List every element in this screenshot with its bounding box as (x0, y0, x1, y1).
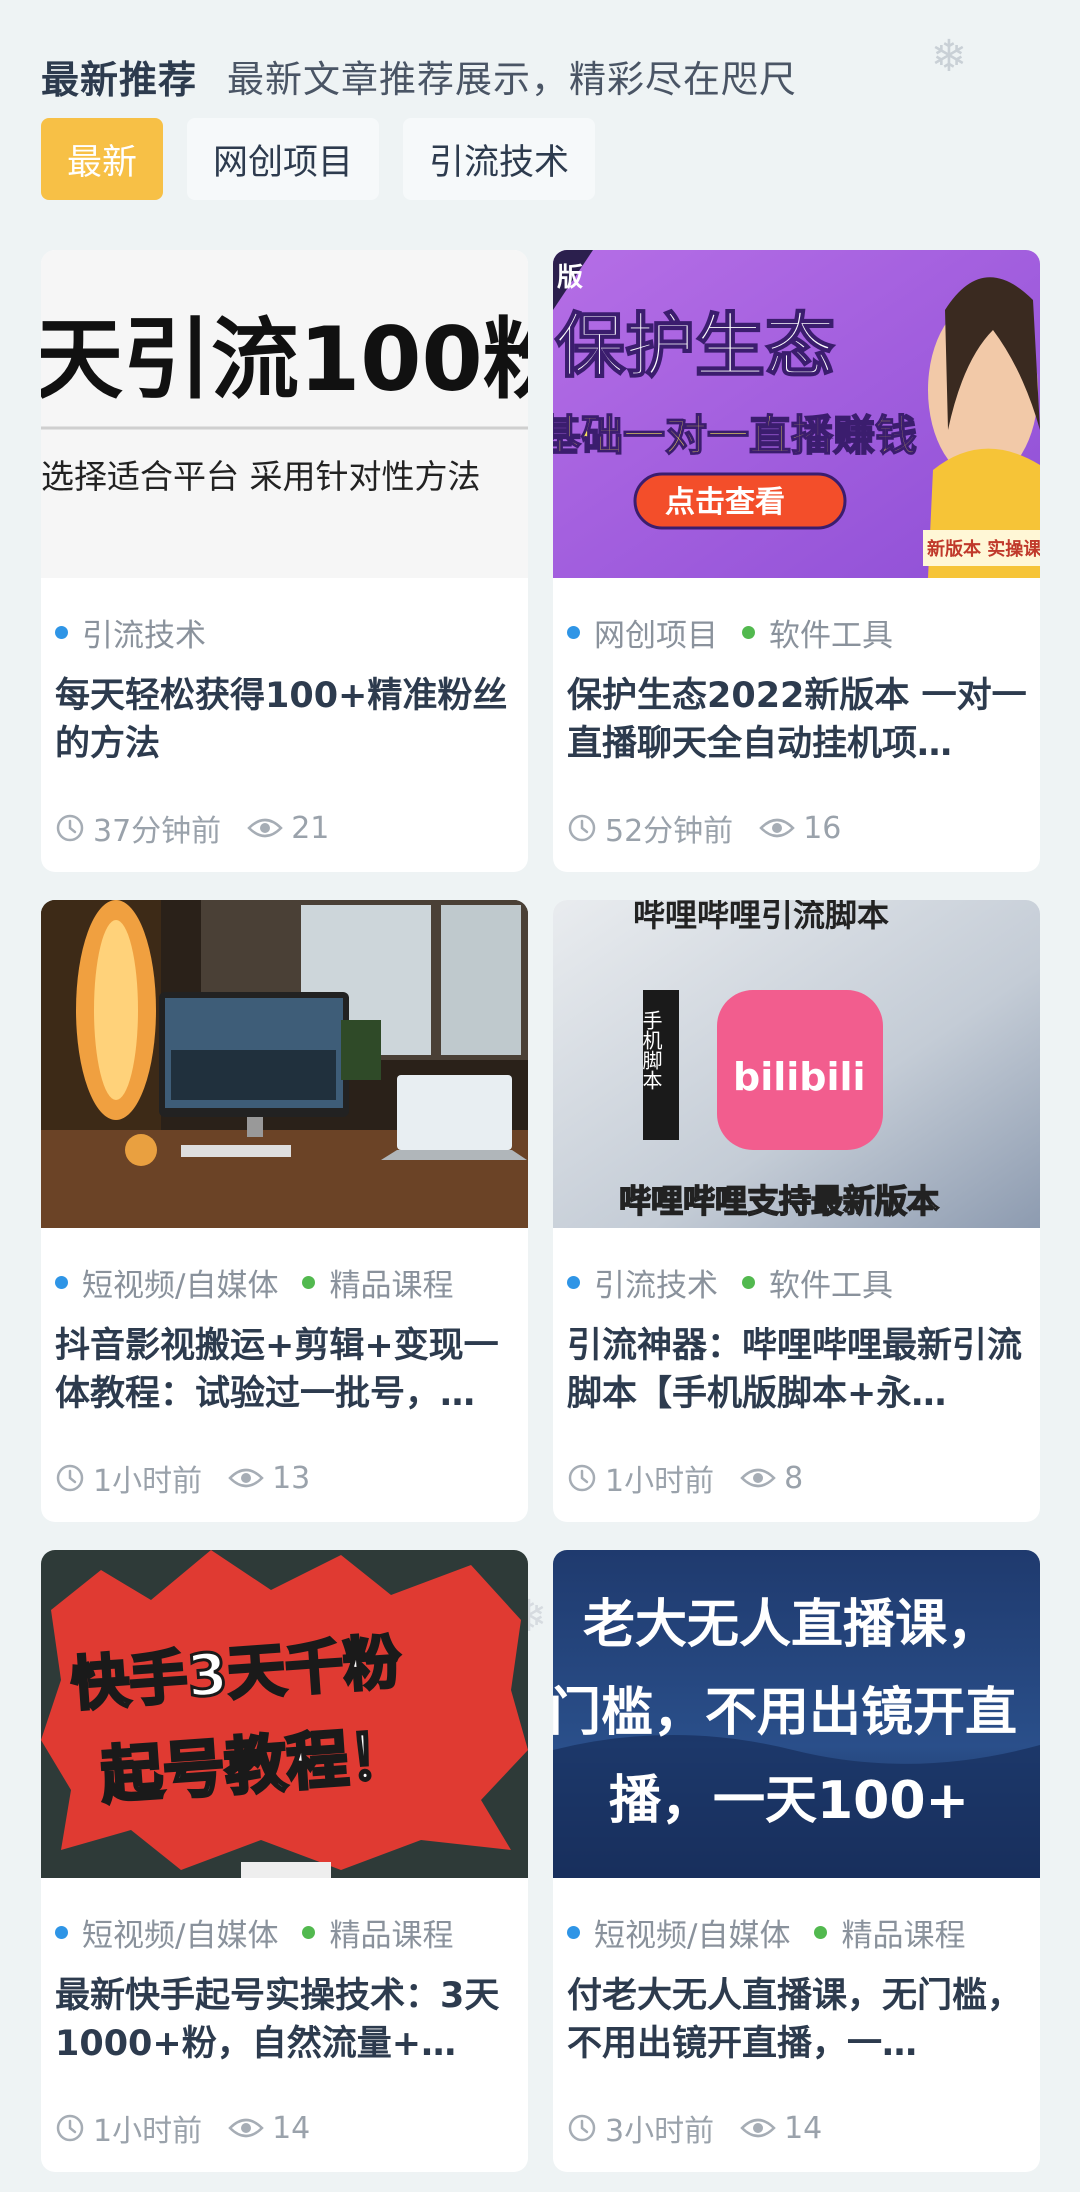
article-card[interactable]: 版 保护生态 基础一对一直播赚钱 点击查看 新版本 实操课 网创项目 软件工具 … (553, 250, 1040, 872)
eye-icon (740, 2118, 776, 2138)
thumb-button: 点击查看 (665, 485, 785, 520)
view-count: 14 (272, 2110, 311, 2146)
category-tag[interactable]: 精品课程 (302, 1260, 453, 1305)
thumb-subline: 基础一对一直播赚钱 (553, 411, 917, 460)
section-header: 最新推荐 最新文章推荐展示，精彩尽在咫尺 (41, 48, 1041, 104)
category-tag[interactable]: 短视频/自媒体 (55, 1910, 278, 1955)
thumb-bottom: 哔哩哔哩支持最新版本 (619, 1182, 939, 1220)
thumb-headline: 天引流100粉 (41, 308, 528, 411)
category-tag[interactable]: 引流技术 (567, 1260, 718, 1305)
article-meta: 52分钟前 16 (567, 806, 841, 850)
article-title[interactable]: 引流神器：哔哩哔哩最新引流脚本【手机版脚本+永… (567, 1322, 1029, 1418)
thumb-headline: 保护生态 (555, 305, 835, 387)
thumb-headline: 老大无人直播课， (583, 1595, 999, 1655)
category-tag[interactable]: 短视频/自媒体 (567, 1910, 790, 1955)
eye-icon (247, 818, 283, 838)
article-meta: 1小时前 14 (55, 2106, 310, 2150)
article-thumbnail[interactable]: 快手3天千粉 起号教程！ (41, 1550, 528, 1878)
article-meta: 1小时前 13 (55, 1456, 310, 1500)
category-tag[interactable]: 精品课程 (814, 1910, 965, 1955)
tab-online-business[interactable]: 网创项目 (187, 118, 380, 200)
view-count: 8 (784, 1460, 804, 1496)
article-title[interactable]: 抖音影视搬运+剪辑+变现一体教程：试验过一批号，… (55, 1322, 517, 1418)
article-card[interactable]: 天引流100粉 选择适合平台 采用针对性方法 引流技术 每天轻松获得100+精准… (41, 250, 528, 872)
category-list: 短视频/自媒体 精品课程 (55, 1260, 453, 1305)
article-meta: 3小时前 14 (567, 2106, 822, 2150)
article-title[interactable]: 保护生态2022新版本 一对一直播聊天全自动挂机项… (567, 672, 1029, 768)
article-thumbnail[interactable]: 老大无人直播课， 门槛，不用出镜开直 播，一天100+ (553, 1550, 1040, 1878)
clock-icon (56, 814, 84, 842)
article-thumbnail[interactable]: 版 保护生态 基础一对一直播赚钱 点击查看 新版本 实操课 (553, 250, 1040, 578)
post-time: 37分钟前 (93, 814, 222, 849)
post-time: 1小时前 (605, 1464, 715, 1499)
article-title[interactable]: 每天轻松获得100+精准粉丝的方法 (55, 672, 517, 768)
article-card[interactable]: 哔哩哔哩引流脚本 手机脚本 bilibili 哔哩哔哩支持最新版本 引流技术 软… (553, 900, 1040, 1522)
category-tag[interactable]: 软件工具 (742, 610, 893, 655)
thumb-subline: 选择适合平台 采用针对性方法 (41, 457, 481, 496)
eye-icon (759, 818, 795, 838)
eye-icon (228, 1468, 264, 1488)
view-count: 16 (803, 810, 842, 846)
clock-icon (56, 1464, 84, 1492)
article-card[interactable]: 短视频/自媒体 精品课程 抖音影视搬运+剪辑+变现一体教程：试验过一批号，… 1… (41, 900, 528, 1522)
category-list: 短视频/自媒体 精品课程 (55, 1910, 453, 1955)
category-tag[interactable]: 网创项目 (567, 610, 718, 655)
tab-traffic[interactable]: 引流技术 (403, 118, 596, 200)
eye-icon (740, 1468, 776, 1488)
article-meta: 1小时前 8 (567, 1456, 803, 1500)
article-card[interactable]: 快手3天千粉 起号教程！ 短视频/自媒体 精品课程 最新快手起号实操技术：3天1… (41, 1550, 528, 2172)
section-subtitle: 最新文章推荐展示，精彩尽在咫尺 (227, 58, 798, 101)
article-title[interactable]: 最新快手起号实操技术：3天1000+粉，自然流量+… (55, 1972, 517, 2068)
clock-icon (568, 2114, 596, 2142)
clock-icon (568, 814, 596, 842)
post-time: 52分钟前 (605, 814, 734, 849)
post-time: 1小时前 (93, 1464, 203, 1499)
thumb-subline: 播，一天100+ (609, 1771, 969, 1831)
svg-text:新版本 实操课: 新版本 实操课 (927, 538, 1040, 560)
article-thumbnail[interactable]: 天引流100粉 选择适合平台 采用针对性方法 (41, 250, 528, 578)
snowflake-icon: ❄ (930, 31, 968, 82)
category-list: 短视频/自媒体 精品课程 (567, 1910, 965, 1955)
category-tag[interactable]: 短视频/自媒体 (55, 1260, 278, 1305)
view-count: 13 (272, 1460, 311, 1496)
svg-text:版: 版 (556, 263, 583, 293)
article-card[interactable]: 老大无人直播课， 门槛，不用出镜开直 播，一天100+ 短视频/自媒体 精品课程… (553, 1550, 1040, 2172)
thumb-side: 手机脚本 (639, 1010, 663, 1090)
category-tag[interactable]: 精品课程 (302, 1910, 453, 1955)
post-time: 1小时前 (93, 2114, 203, 2149)
article-thumbnail[interactable] (41, 900, 528, 1228)
bilibili-logo: bilibili (733, 1055, 866, 1099)
category-tag[interactable]: 软件工具 (742, 1260, 893, 1305)
tab-latest[interactable]: 最新 (41, 118, 164, 200)
eye-icon (228, 2118, 264, 2138)
article-title[interactable]: 付老大无人直播课，无门槛，不用出镜开直播，一… (567, 1972, 1029, 2068)
clock-icon (568, 1464, 596, 1492)
section-title: 最新推荐 (41, 57, 198, 102)
category-tabs: 最新 网创项目 引流技术 (41, 118, 596, 200)
article-thumbnail[interactable]: 哔哩哔哩引流脚本 手机脚本 bilibili 哔哩哔哩支持最新版本 (553, 900, 1040, 1228)
article-meta: 37分钟前 21 (55, 806, 329, 850)
category-list: 引流技术 软件工具 (567, 1260, 893, 1305)
view-count: 14 (784, 2110, 823, 2146)
thumb-subline: 门槛，不用出镜开直 (553, 1683, 1017, 1743)
category-list: 引流技术 (55, 610, 206, 655)
post-time: 3小时前 (605, 2114, 715, 2149)
thumb-top: 哔哩哔哩引流脚本 (633, 900, 889, 934)
category-list: 网创项目 软件工具 (567, 610, 893, 655)
clock-icon (56, 2114, 84, 2142)
view-count: 21 (291, 810, 330, 846)
category-tag[interactable]: 引流技术 (55, 610, 206, 655)
